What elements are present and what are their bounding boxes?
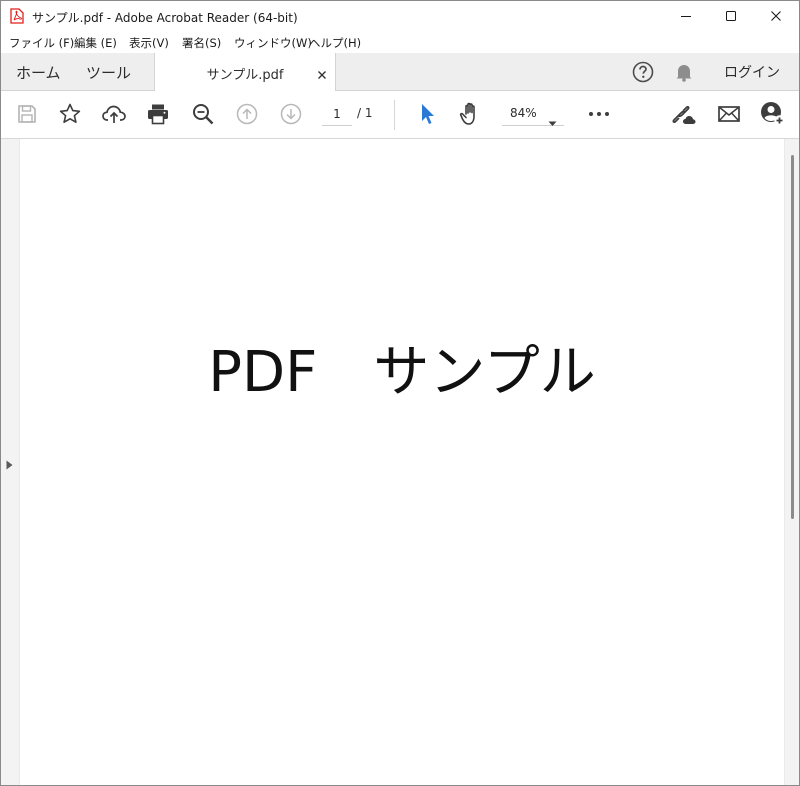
menu-window[interactable]: ウィンドウ(W) [234, 35, 312, 51]
share-link-icon [672, 105, 696, 124]
minimize-button[interactable] [663, 1, 709, 31]
caret-down-icon [548, 112, 557, 131]
print-button[interactable] [145, 101, 171, 127]
help-icon [632, 61, 654, 83]
select-tool-button[interactable] [414, 101, 440, 127]
maximize-icon [726, 11, 736, 21]
add-user-button[interactable] [760, 101, 786, 127]
bookmark-button[interactable] [57, 101, 83, 127]
cloud-upload-icon [102, 105, 126, 123]
upload-button[interactable] [101, 101, 127, 127]
bell-icon [676, 65, 692, 82]
save-button[interactable] [14, 101, 40, 127]
acrobat-window: サンプル.pdf - Adobe Acrobat Reader (64-bit)… [0, 0, 800, 786]
minimize-icon [681, 16, 691, 17]
close-window-button[interactable] [753, 1, 799, 31]
toolbar: / 1 84% [1, 91, 799, 139]
print-icon [148, 104, 168, 125]
tab-home[interactable]: ホーム [16, 62, 61, 83]
toolbar-separator [394, 100, 395, 130]
select-cursor-icon [422, 104, 434, 124]
page-total: / 1 [357, 106, 373, 120]
notifications-button[interactable] [673, 61, 695, 87]
menu-help[interactable]: ヘルプ(H) [309, 35, 361, 51]
pdf-page: PDF サンプル [20, 139, 784, 785]
page-up-icon [236, 103, 258, 125]
maximize-button[interactable] [708, 1, 754, 31]
more-icon [589, 112, 609, 116]
document-tab-title: サンプル.pdf [206, 68, 284, 83]
expand-left-panel-button[interactable] [6, 455, 13, 474]
window-title: サンプル.pdf - Adobe Acrobat Reader (64-bit) [32, 11, 298, 25]
hand-icon [459, 102, 475, 125]
menu-file[interactable]: ファイル (F) [9, 35, 74, 51]
menu-view[interactable]: 表示(V) [129, 35, 169, 51]
scrollbar-thumb[interactable] [791, 155, 794, 519]
previous-page-button[interactable] [234, 101, 260, 127]
document-viewer: PDF サンプル [1, 139, 799, 785]
acrobat-pdf-icon [10, 8, 24, 24]
zoom-dropdown[interactable]: 84% [502, 103, 564, 126]
share-link-button[interactable] [671, 101, 697, 127]
chevron-right-icon [6, 460, 13, 470]
star-icon [59, 103, 81, 123]
menu-bar: ファイル (F) 編集 (E) 表示(V) 署名(S) ウィンドウ(W) ヘルプ… [1, 31, 799, 53]
login-link[interactable]: ログイン [724, 62, 780, 82]
zoom-search-icon [193, 104, 214, 125]
title-bar: サンプル.pdf - Adobe Acrobat Reader (64-bit) [1, 1, 799, 31]
add-user-icon [761, 102, 785, 126]
save-icon [18, 105, 36, 123]
help-button[interactable] [632, 61, 654, 87]
hand-tool-button[interactable] [458, 101, 484, 127]
close-icon [771, 11, 781, 21]
more-tools-button[interactable] [586, 101, 612, 127]
document-heading: PDF サンプル [208, 340, 596, 405]
close-tab-icon [318, 71, 326, 79]
page-down-icon [280, 103, 302, 125]
zoom-search-button[interactable] [190, 101, 216, 127]
close-tab-button[interactable] [317, 65, 327, 84]
menu-edit[interactable]: 編集 (E) [74, 35, 117, 51]
left-panel-rail [1, 139, 19, 785]
tab-tools[interactable]: ツール [86, 62, 131, 83]
email-button[interactable] [716, 101, 742, 127]
tab-bar: ホーム ツール サンプル.pdf ログイン [1, 53, 799, 91]
next-page-button[interactable] [278, 101, 304, 127]
tab-document[interactable]: サンプル.pdf [154, 53, 336, 91]
email-icon [718, 106, 740, 122]
menu-sign[interactable]: 署名(S) [182, 35, 221, 51]
page-number-input[interactable] [322, 103, 352, 126]
zoom-value: 84% [510, 106, 537, 120]
